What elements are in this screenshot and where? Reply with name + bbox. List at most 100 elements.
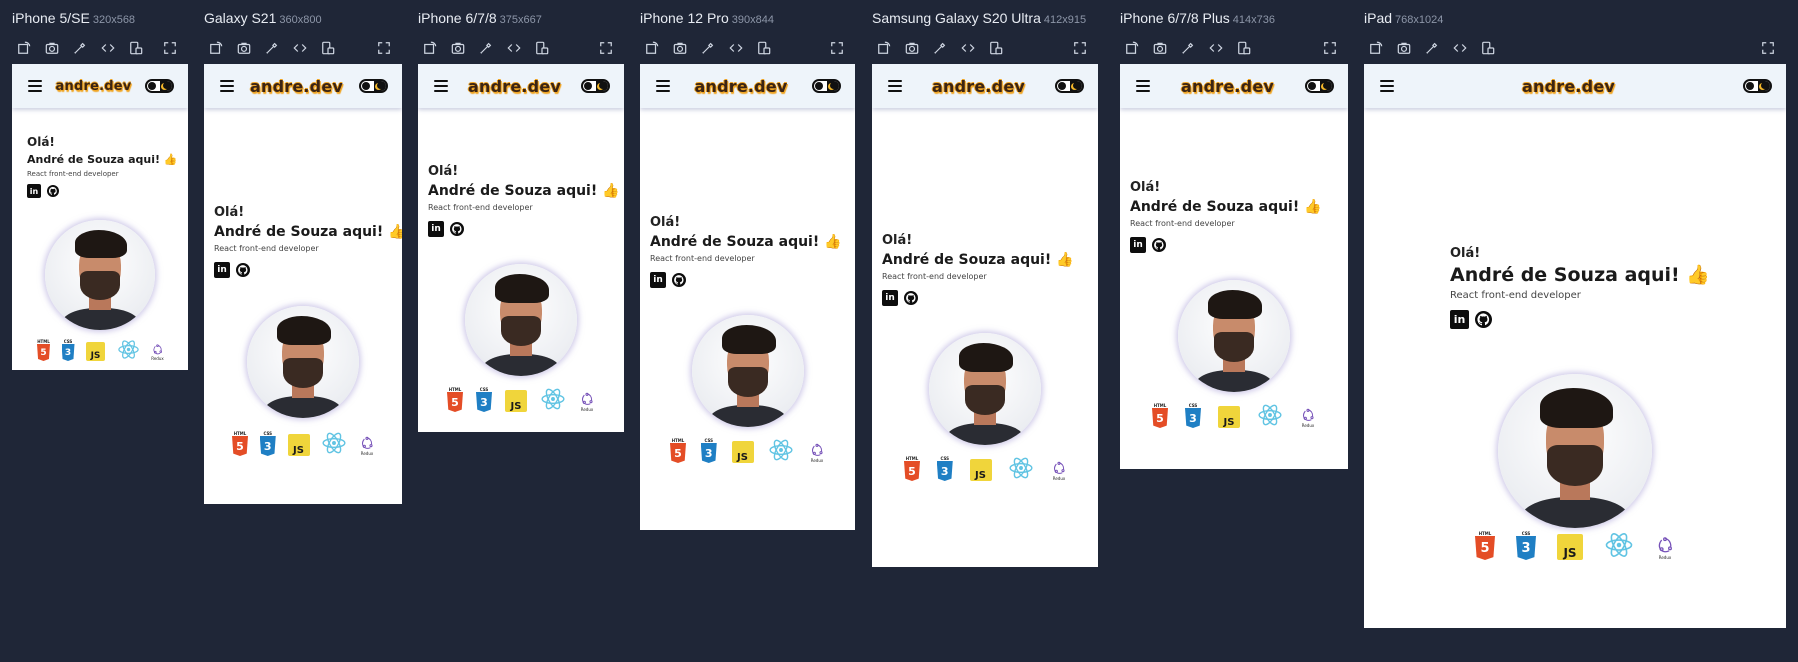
- hamburger-menu-icon[interactable]: [1136, 80, 1150, 92]
- eyedropper-icon[interactable]: [478, 40, 494, 56]
- eyedropper-icon[interactable]: [264, 40, 280, 56]
- code-icon[interactable]: [1452, 40, 1468, 56]
- site-brand[interactable]: andre.dev: [250, 77, 343, 96]
- github-icon[interactable]: [904, 291, 918, 305]
- code-icon[interactable]: [1208, 40, 1224, 56]
- hero-role: React front-end developer: [882, 272, 987, 281]
- theme-toggle[interactable]: [581, 79, 610, 93]
- fullscreen-icon[interactable]: [1072, 40, 1088, 56]
- social-links: in: [214, 262, 402, 278]
- rotate-icon[interactable]: [876, 40, 892, 56]
- hero-section: Olá! André de Souza aqui! 👍 React front-…: [12, 133, 188, 198]
- linkedin-icon[interactable]: in: [428, 221, 444, 237]
- rotate-icon[interactable]: [16, 40, 32, 56]
- rotate-icon[interactable]: [644, 40, 660, 56]
- theme-toggle[interactable]: [1743, 79, 1772, 93]
- linkedin-icon[interactable]: in: [882, 290, 898, 306]
- hero-name: André de Souza aqui! 👍: [214, 222, 402, 242]
- css3-icon: CSS 3: [936, 456, 953, 481]
- linkedin-icon[interactable]: in: [1130, 237, 1146, 253]
- greeting: Olá!: [214, 205, 245, 220]
- device-dimensions: 390x844: [731, 14, 774, 26]
- site-brand[interactable]: andre.dev: [1181, 77, 1274, 96]
- theme-toggle[interactable]: [359, 79, 388, 93]
- device-swap-icon[interactable]: [756, 40, 772, 56]
- fullscreen-icon[interactable]: [376, 40, 392, 56]
- device-screen: andre.dev Olá! André de Souza aqui! 👍 Re…: [1364, 64, 1786, 628]
- device-swap-icon[interactable]: [1480, 40, 1496, 56]
- eyedropper-icon[interactable]: [700, 40, 716, 56]
- site-brand[interactable]: andre.dev: [1522, 77, 1615, 96]
- hamburger-menu-icon[interactable]: [888, 80, 902, 92]
- camera-icon[interactable]: [1396, 40, 1412, 56]
- theme-toggle[interactable]: [1305, 79, 1334, 93]
- camera-icon[interactable]: [450, 40, 466, 56]
- linkedin-icon[interactable]: in: [214, 262, 230, 278]
- code-icon[interactable]: [960, 40, 976, 56]
- site-brand[interactable]: andre.dev: [468, 77, 561, 96]
- hamburger-menu-icon[interactable]: [28, 80, 42, 92]
- github-icon[interactable]: [672, 273, 686, 287]
- hamburger-menu-icon[interactable]: [220, 80, 234, 92]
- device-dimensions: 360x800: [279, 14, 322, 26]
- hero-role: React front-end developer: [214, 244, 319, 253]
- hero-name: André de Souza aqui! 👍: [1130, 197, 1348, 217]
- eyedropper-icon[interactable]: [72, 40, 88, 56]
- hamburger-menu-icon[interactable]: [434, 80, 448, 92]
- fullscreen-icon[interactable]: [598, 40, 614, 56]
- code-icon[interactable]: [100, 40, 116, 56]
- hamburger-menu-icon[interactable]: [656, 80, 670, 92]
- site-brand[interactable]: andre.dev: [695, 77, 788, 96]
- eyedropper-icon[interactable]: [1424, 40, 1440, 56]
- rotate-icon[interactable]: [422, 40, 438, 56]
- camera-icon[interactable]: [672, 40, 688, 56]
- github-icon[interactable]: [1475, 311, 1492, 328]
- code-icon[interactable]: [728, 40, 744, 56]
- linkedin-icon[interactable]: in: [27, 184, 41, 198]
- fullscreen-icon[interactable]: [829, 40, 845, 56]
- camera-icon[interactable]: [904, 40, 920, 56]
- device-swap-icon[interactable]: [988, 40, 1004, 56]
- code-icon[interactable]: [292, 40, 308, 56]
- device-swap-icon[interactable]: [320, 40, 336, 56]
- site-navbar: andre.dev: [204, 64, 402, 108]
- html5-icon: HTML 5: [447, 387, 463, 412]
- camera-icon[interactable]: [236, 40, 252, 56]
- theme-toggle[interactable]: [1055, 79, 1084, 93]
- fullscreen-icon[interactable]: [1760, 40, 1776, 56]
- github-icon[interactable]: [236, 263, 250, 277]
- code-icon[interactable]: [506, 40, 522, 56]
- fullscreen-icon[interactable]: [162, 40, 178, 56]
- device-swap-icon[interactable]: [128, 40, 144, 56]
- device-dimensions: 414x736: [1232, 14, 1275, 26]
- site-brand[interactable]: andre.dev: [56, 79, 132, 94]
- linkedin-icon[interactable]: in: [1450, 310, 1469, 329]
- device-swap-icon[interactable]: [1236, 40, 1252, 56]
- moon-icon: [1761, 82, 1768, 89]
- rotate-icon[interactable]: [1368, 40, 1384, 56]
- site-brand[interactable]: andre.dev: [932, 77, 1025, 96]
- javascript-icon: JS: [505, 390, 527, 412]
- camera-icon[interactable]: [44, 40, 60, 56]
- greeting: Olá!: [27, 135, 55, 149]
- greeting: Olá!: [428, 164, 459, 179]
- device-preview: iPhone 12 Pro 390x844 andre.dev Olá! And…: [640, 10, 855, 530]
- device-label: iPhone 6/7/8 Plus 414x736: [1120, 10, 1348, 32]
- device-label: Galaxy S21 360x800: [204, 10, 402, 32]
- eyedropper-icon[interactable]: [932, 40, 948, 56]
- github-icon[interactable]: [450, 222, 464, 236]
- theme-toggle[interactable]: [812, 79, 841, 93]
- eyedropper-icon[interactable]: [1180, 40, 1196, 56]
- github-icon[interactable]: [1152, 238, 1166, 252]
- device-swap-icon[interactable]: [534, 40, 550, 56]
- react-icon: [117, 338, 140, 361]
- fullscreen-icon[interactable]: [1322, 40, 1338, 56]
- rotate-icon[interactable]: [208, 40, 224, 56]
- react-icon: [540, 386, 566, 412]
- linkedin-icon[interactable]: in: [650, 272, 666, 288]
- github-icon[interactable]: [47, 185, 59, 197]
- camera-icon[interactable]: [1152, 40, 1168, 56]
- theme-toggle[interactable]: [145, 79, 174, 93]
- rotate-icon[interactable]: [1124, 40, 1140, 56]
- hamburger-menu-icon[interactable]: [1380, 80, 1394, 92]
